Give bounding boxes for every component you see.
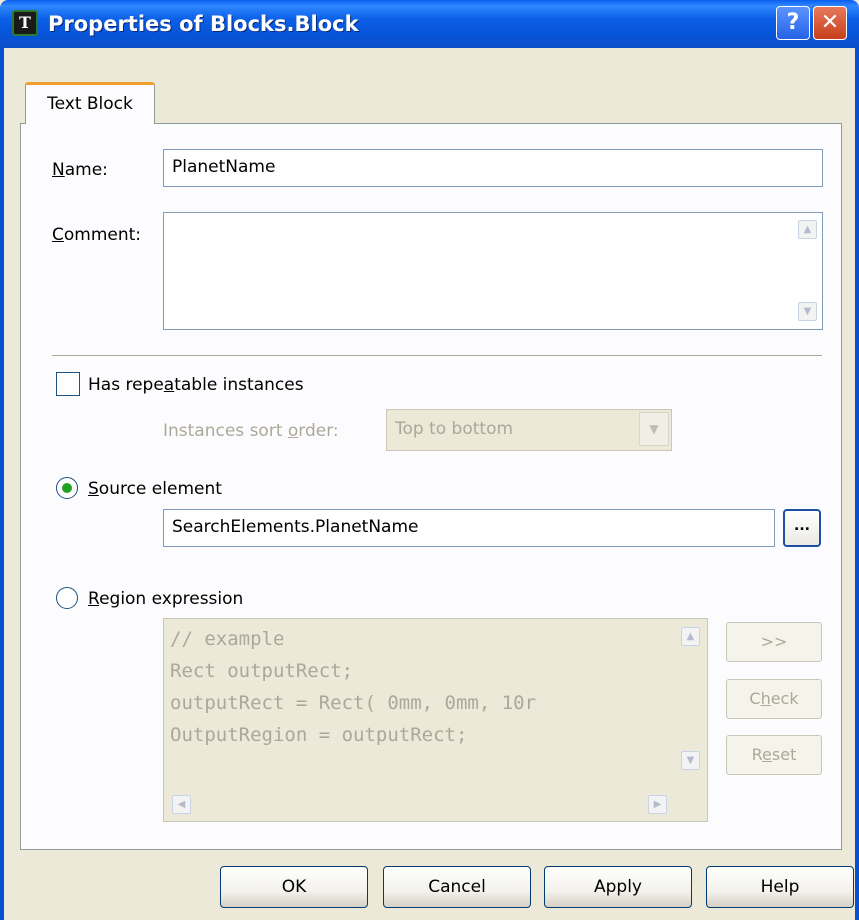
- code-scroll-left-icon[interactable]: ◀: [172, 795, 191, 814]
- code-scroll-right-icon[interactable]: ▶: [648, 795, 667, 814]
- code-scroll-down-icon[interactable]: ▼: [681, 751, 700, 770]
- app-icon: T: [12, 10, 38, 36]
- repeatable-label[interactable]: Has repeatable instances: [88, 372, 304, 398]
- check-button[interactable]: Check: [726, 679, 822, 719]
- comment-scroll-down-icon[interactable]: ▼: [798, 302, 817, 321]
- sort-order-value: Top to bottom: [395, 419, 514, 439]
- comment-label: Comment:: [52, 225, 142, 245]
- code-line: // example: [170, 628, 285, 650]
- source-element-radio[interactable]: [56, 477, 78, 499]
- browse-button[interactable]: ...: [783, 509, 821, 547]
- region-expression-label[interactable]: Region expression: [88, 586, 243, 612]
- region-code-editor[interactable]: // example Rect outputRect; outputRect =…: [163, 618, 708, 822]
- repeatable-checkbox[interactable]: [56, 372, 80, 396]
- ok-button[interactable]: OK: [220, 866, 368, 908]
- region-expression-radio[interactable]: [56, 587, 78, 609]
- source-element-input[interactable]: SearchElements.PlanetName: [163, 509, 775, 547]
- window-frame-left: [0, 48, 4, 920]
- comment-textarea[interactable]: [163, 212, 823, 330]
- source-element-label[interactable]: Source element: [88, 476, 222, 502]
- separator: [52, 355, 822, 357]
- apply-button[interactable]: Apply: [544, 866, 692, 908]
- window-title: Properties of Blocks.Block: [48, 12, 359, 36]
- insert-button[interactable]: >>: [726, 622, 822, 662]
- code-line: outputRect = Rect( 0mm, 0mm, 10r: [170, 692, 537, 714]
- cancel-button[interactable]: Cancel: [383, 866, 531, 908]
- code-line: Rect outputRect;: [170, 660, 354, 682]
- radio-selected-dot: [62, 483, 72, 493]
- help-button[interactable]: Help: [706, 866, 854, 908]
- close-button[interactable]: ✕: [813, 6, 847, 40]
- name-label: Name:: [52, 160, 108, 180]
- name-input[interactable]: PlanetName: [163, 149, 823, 187]
- sort-order-label: Instances sort order:: [163, 421, 339, 441]
- tab-text-block[interactable]: Text Block: [25, 82, 155, 124]
- window-frame-right: [855, 48, 859, 920]
- sort-order-select[interactable]: Top to bottom ▼: [386, 409, 672, 451]
- reset-button[interactable]: Reset: [726, 735, 822, 775]
- code-scroll-up-icon[interactable]: ▲: [681, 627, 700, 646]
- help-title-button[interactable]: ?: [776, 6, 810, 40]
- chevron-down-icon[interactable]: ▼: [639, 412, 669, 446]
- comment-scroll-up-icon[interactable]: ▲: [798, 220, 817, 239]
- code-line: OutputRegion = outputRect;: [170, 724, 468, 746]
